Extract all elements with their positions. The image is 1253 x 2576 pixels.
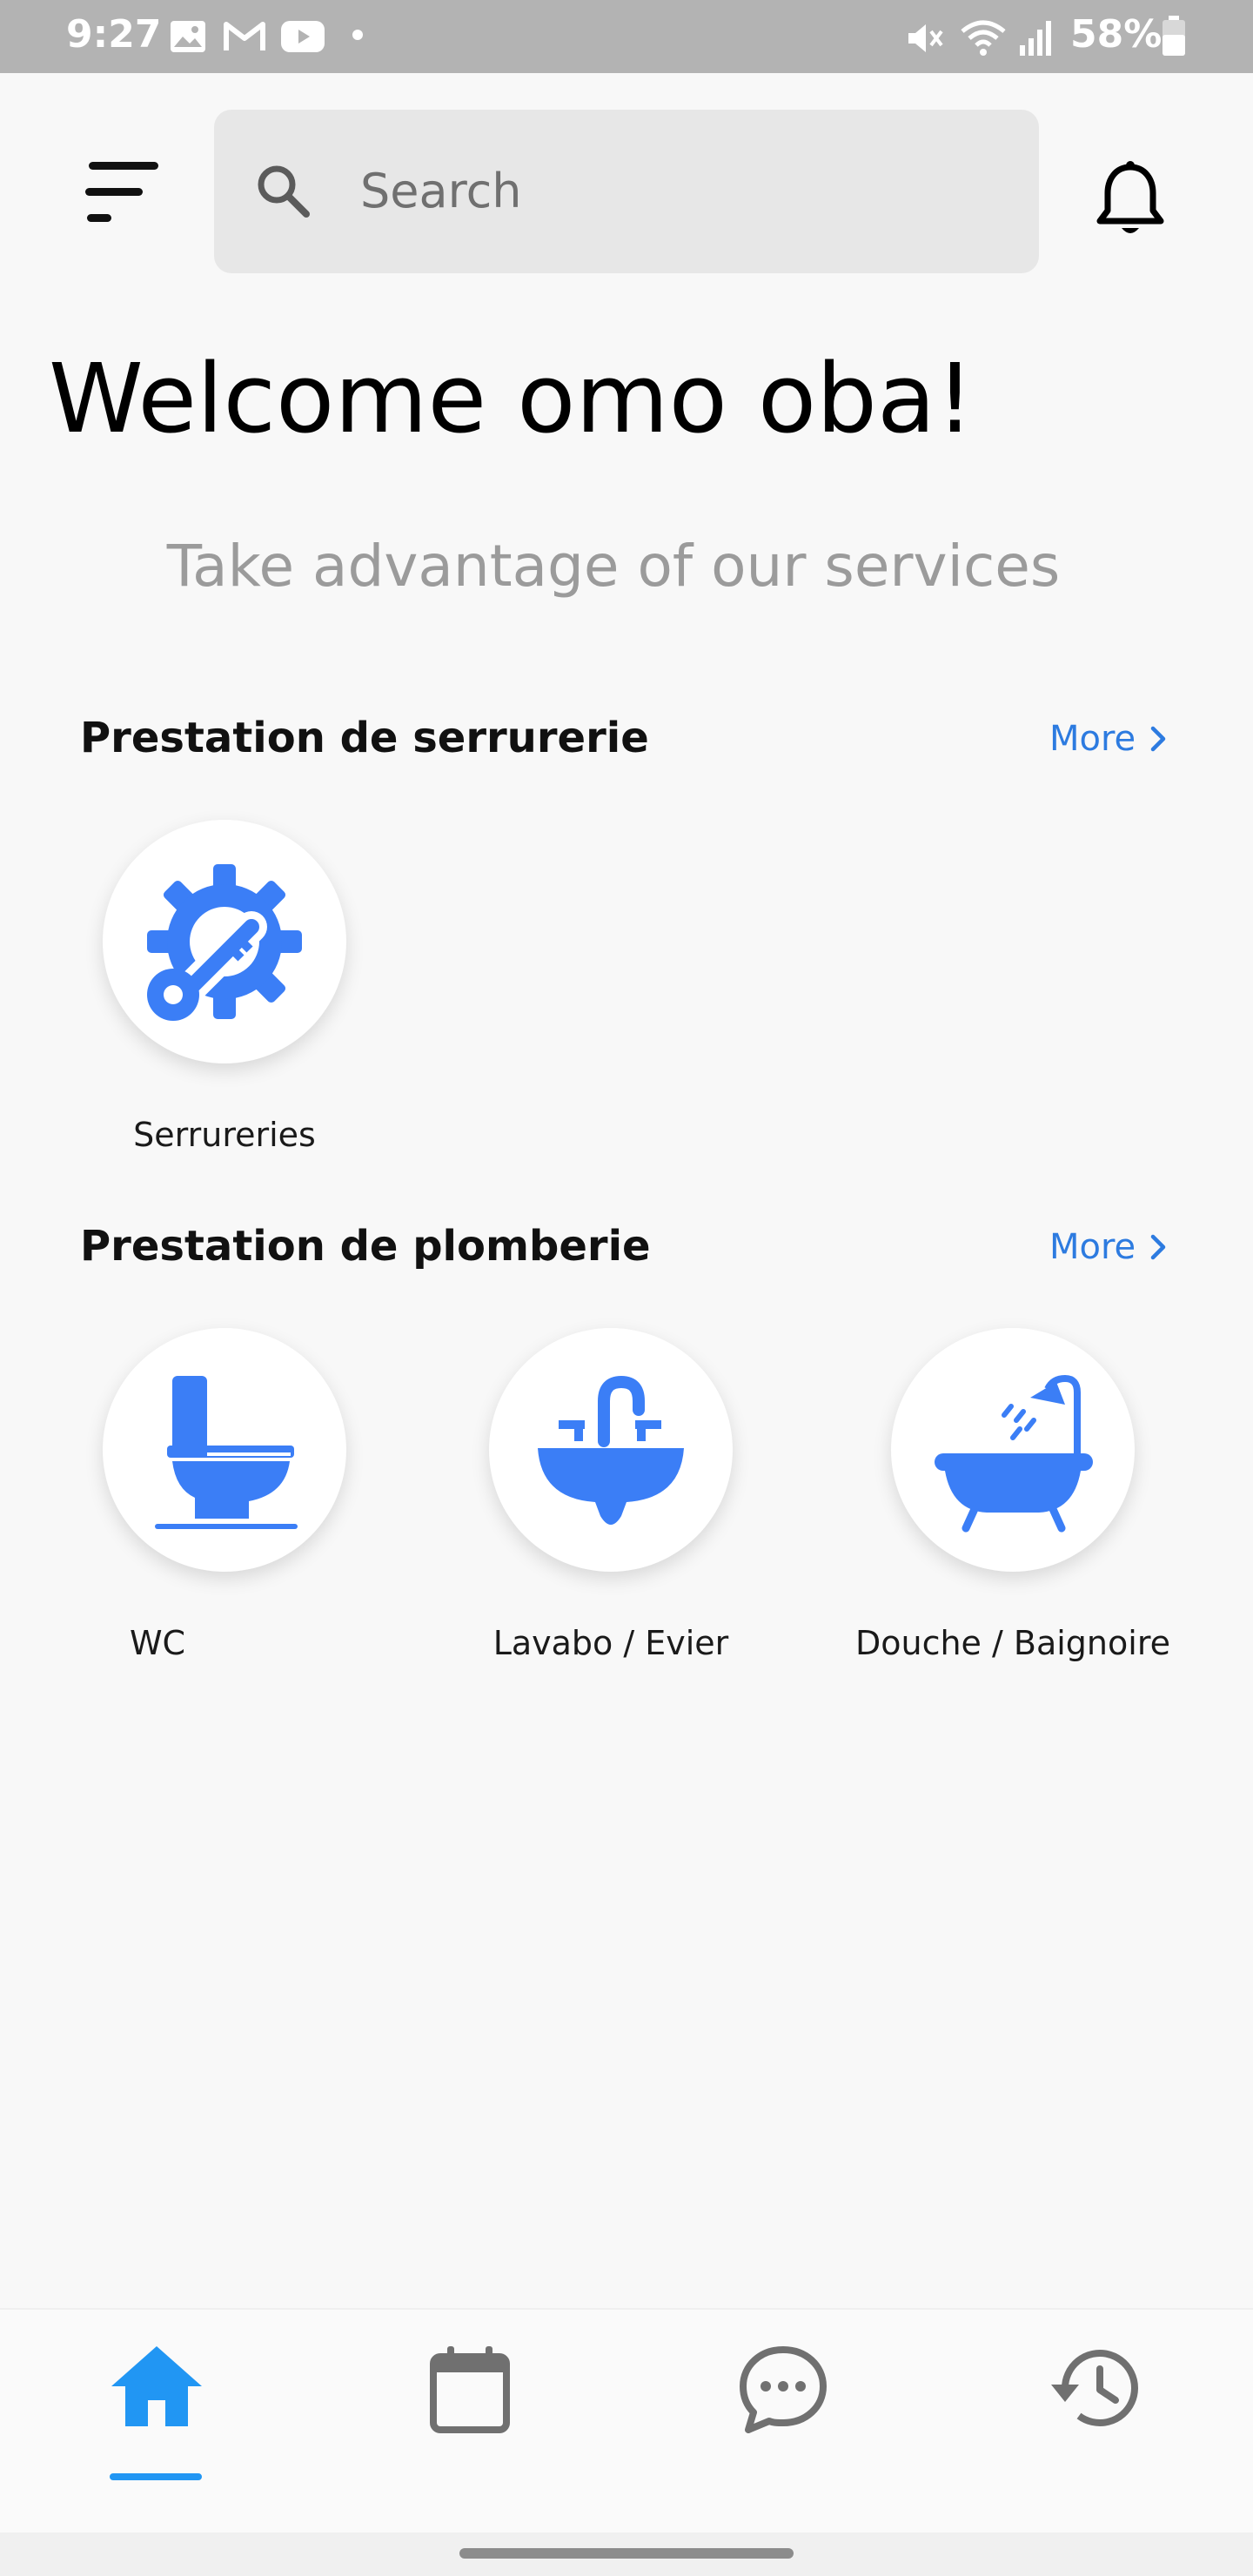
- nav-calendar[interactable]: [418, 2336, 522, 2475]
- service-wc[interactable]: WC: [26, 1328, 374, 1662]
- service-label: Lavabo / Evier: [492, 1624, 729, 1662]
- service-label: WC: [129, 1624, 186, 1662]
- section-title-plomberie: Prestation de plomberie: [80, 1222, 651, 1271]
- calendar-icon: [430, 2346, 510, 2433]
- service-icon-circle: [489, 1328, 733, 1572]
- dot-icon: [352, 28, 364, 44]
- more-link-plomberie[interactable]: More: [1049, 1227, 1169, 1267]
- search-icon: [252, 160, 315, 226]
- status-time: 9:27: [66, 12, 162, 57]
- battery-percent: 58%: [1070, 12, 1163, 57]
- signal-icon: [1018, 19, 1056, 61]
- nav-active-indicator: [110, 2473, 202, 2480]
- history-icon: [1051, 2350, 1138, 2426]
- nav-chat[interactable]: [731, 2336, 835, 2475]
- search-input[interactable]: [358, 155, 1006, 226]
- nav-home[interactable]: [104, 2336, 209, 2480]
- service-icon-circle: [103, 1328, 346, 1572]
- bell-icon: [1096, 161, 1164, 233]
- sort-menu-icon: [85, 162, 158, 222]
- chat-icon: [740, 2346, 827, 2433]
- more-link-serrurerie[interactable]: More: [1049, 719, 1169, 759]
- home-icon: [111, 2346, 202, 2426]
- toilet-icon: [155, 1376, 298, 1529]
- gallery-icon: [169, 19, 207, 57]
- search-bar[interactable]: [214, 110, 1039, 273]
- service-label: Serrureries: [133, 1116, 316, 1154]
- chevron-right-icon: [1150, 726, 1166, 752]
- menu-button[interactable]: [82, 158, 165, 228]
- youtube-icon: [280, 19, 325, 57]
- gesture-bar: [0, 2532, 1253, 2576]
- service-icon-circle: [891, 1328, 1135, 1572]
- service-serrureries[interactable]: Serrureries: [50, 820, 399, 1154]
- welcome-heading: Welcome omo oba!: [49, 343, 975, 454]
- service-douche-baignoire[interactable]: Douche / Baignoire: [839, 1328, 1187, 1662]
- service-lavabo-evier[interactable]: Lavabo / Evier: [437, 1328, 785, 1662]
- chevron-right-icon: [1150, 1234, 1166, 1260]
- section-title-serrurerie: Prestation de serrurerie: [80, 714, 649, 762]
- status-bar: 9:27 58%: [0, 0, 1253, 73]
- more-label: More: [1049, 1227, 1136, 1267]
- nav-history[interactable]: [1044, 2336, 1149, 2475]
- service-label: Douche / Baignoire: [854, 1624, 1170, 1662]
- key-gear-icon: [147, 864, 302, 1021]
- service-icon-circle: [103, 820, 346, 1063]
- home-gesture-pill[interactable]: [459, 2548, 794, 2559]
- battery-icon: [1161, 16, 1187, 61]
- subtitle: Take advantage of our services: [166, 533, 1061, 600]
- bottom-navigation: [0, 2308, 1253, 2534]
- bathtub-icon: [935, 1374, 1093, 1533]
- notifications-button[interactable]: [1093, 160, 1168, 240]
- gmail-icon: [223, 19, 266, 57]
- sink-icon: [538, 1375, 684, 1525]
- mute-icon: [905, 19, 945, 61]
- wifi-icon: [959, 19, 1008, 61]
- more-label: More: [1049, 719, 1136, 759]
